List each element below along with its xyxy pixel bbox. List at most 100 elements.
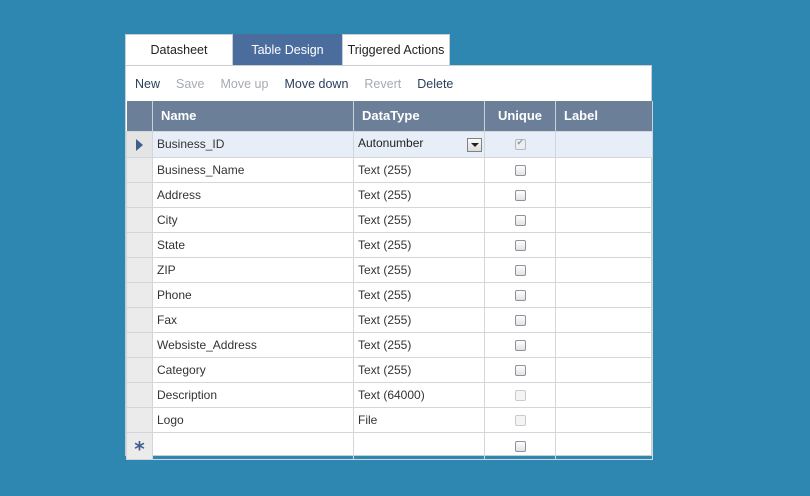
field-name-cell[interactable]: City (152, 206, 354, 233)
field-name-cell[interactable]: Fax (152, 306, 354, 333)
field-name-cell[interactable]: Address (152, 181, 354, 208)
datatype-cell[interactable]: Text (255) (353, 256, 485, 283)
table-row[interactable]: Fax Text (255) (126, 306, 653, 333)
label-cell[interactable] (555, 130, 653, 158)
field-name-cell[interactable]: Phone (152, 281, 354, 308)
row-selector[interactable] (126, 356, 153, 383)
field-name-cell[interactable]: Category (152, 356, 354, 383)
label-cell[interactable] (555, 431, 653, 460)
field-name-cell[interactable]: Business_ID (152, 130, 354, 158)
table-row[interactable]: Phone Text (255) (126, 281, 653, 308)
datatype-cell[interactable]: Text (255) (353, 181, 485, 208)
label-cell[interactable] (555, 156, 653, 183)
row-selector[interactable] (126, 231, 153, 258)
table-row[interactable]: Description Text (64000) (126, 381, 653, 408)
table-row[interactable]: Business_ID Autonumber (126, 130, 653, 158)
tab-table-design[interactable]: Table Design (233, 34, 342, 72)
unique-cell (484, 256, 556, 283)
label-cell[interactable] (555, 306, 653, 333)
save-button[interactable]: Save (176, 77, 205, 91)
unique-checkbox[interactable] (514, 239, 526, 251)
field-name-cell[interactable] (152, 431, 354, 460)
new-button[interactable]: New (135, 77, 160, 91)
label-cell[interactable] (555, 331, 653, 358)
label-cell[interactable] (555, 231, 653, 258)
unique-cell (484, 381, 556, 408)
row-selector[interactable] (126, 130, 153, 158)
datatype-cell[interactable]: File (353, 406, 485, 433)
tab-triggered-actions[interactable]: Triggered Actions (342, 34, 450, 66)
revert-button[interactable]: Revert (364, 77, 401, 91)
field-name-cell[interactable]: ZIP (152, 256, 354, 283)
table-row[interactable]: State Text (255) (126, 231, 653, 258)
field-name-cell[interactable]: State (152, 231, 354, 258)
column-header-unique[interactable]: Unique (484, 101, 556, 131)
datatype-cell[interactable]: Text (255) (353, 331, 485, 358)
row-selector[interactable] (126, 331, 153, 358)
datatype-cell[interactable]: Text (255) (353, 206, 485, 233)
label-cell[interactable] (555, 406, 653, 433)
row-selector[interactable] (126, 256, 153, 283)
tab-datasheet[interactable]: Datasheet (125, 34, 233, 66)
unique-cell (484, 181, 556, 208)
unique-checkbox (514, 414, 526, 426)
table-row[interactable]: Logo File (126, 406, 653, 433)
row-selector[interactable]: * (126, 431, 153, 460)
unique-checkbox[interactable] (514, 214, 526, 226)
header-row: Name DataType Unique Label (126, 101, 653, 131)
unique-checkbox (514, 389, 526, 401)
datatype-select[interactable]: Autonumber (358, 132, 482, 156)
label-cell[interactable] (555, 256, 653, 283)
move-down-button[interactable]: Move down (284, 77, 348, 91)
unique-checkbox[interactable] (514, 189, 526, 201)
datatype-cell[interactable]: Autonumber (353, 130, 485, 158)
table-row[interactable]: Address Text (255) (126, 181, 653, 208)
column-header-datatype[interactable]: DataType (353, 101, 485, 131)
table-row[interactable]: Websiste_Address Text (255) (126, 331, 653, 358)
datatype-cell[interactable] (353, 431, 485, 460)
field-name-cell[interactable]: Websiste_Address (152, 331, 354, 358)
unique-cell (484, 306, 556, 333)
unique-checkbox[interactable] (514, 339, 526, 351)
label-cell[interactable] (555, 281, 653, 308)
move-up-button[interactable]: Move up (221, 77, 269, 91)
table-row[interactable]: City Text (255) (126, 206, 653, 233)
datatype-cell[interactable]: Text (255) (353, 156, 485, 183)
unique-cell (484, 281, 556, 308)
row-selector[interactable] (126, 306, 153, 333)
datatype-cell[interactable]: Text (64000) (353, 381, 485, 408)
unique-checkbox[interactable] (514, 264, 526, 276)
datatype-cell[interactable]: Text (255) (353, 281, 485, 308)
delete-button[interactable]: Delete (417, 77, 453, 91)
row-selector[interactable] (126, 156, 153, 183)
label-cell[interactable] (555, 356, 653, 383)
row-selector[interactable] (126, 206, 153, 233)
field-name-cell[interactable]: Business_Name (152, 156, 354, 183)
row-selector[interactable] (126, 281, 153, 308)
new-row[interactable]: * (126, 431, 653, 460)
table-row[interactable]: Category Text (255) (126, 356, 653, 383)
column-header-label[interactable]: Label (555, 101, 653, 131)
unique-checkbox[interactable] (514, 164, 526, 176)
label-cell[interactable] (555, 181, 653, 208)
column-header-name[interactable]: Name (152, 101, 354, 131)
unique-checkbox[interactable] (514, 364, 526, 376)
row-selector[interactable] (126, 381, 153, 408)
datatype-cell[interactable]: Text (255) (353, 356, 485, 383)
unique-cell (484, 130, 556, 158)
row-selector[interactable] (126, 406, 153, 433)
unique-checkbox[interactable] (514, 289, 526, 301)
datatype-cell[interactable]: Text (255) (353, 306, 485, 333)
datatype-cell[interactable]: Text (255) (353, 231, 485, 258)
unique-checkbox[interactable] (514, 314, 526, 326)
field-name-cell[interactable]: Logo (152, 406, 354, 433)
unique-checkbox[interactable] (514, 440, 526, 452)
dropdown-arrow-icon[interactable] (467, 137, 482, 152)
table-row[interactable]: Business_Name Text (255) (126, 156, 653, 183)
tab-bar: Datasheet Table Design Triggered Actions (125, 34, 450, 72)
row-selector[interactable] (126, 181, 153, 208)
label-cell[interactable] (555, 381, 653, 408)
table-row[interactable]: ZIP Text (255) (126, 256, 653, 283)
field-name-cell[interactable]: Description (152, 381, 354, 408)
label-cell[interactable] (555, 206, 653, 233)
